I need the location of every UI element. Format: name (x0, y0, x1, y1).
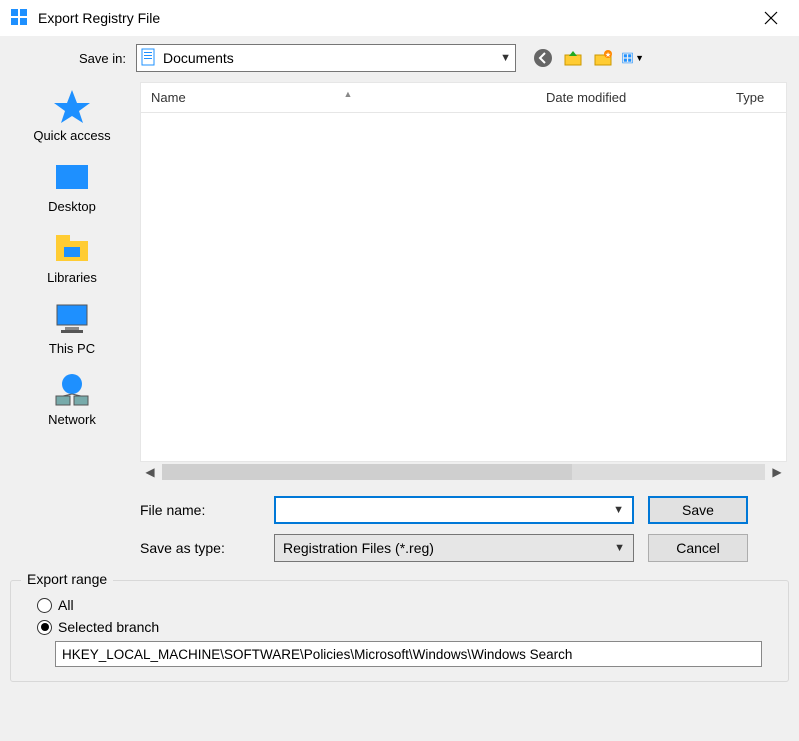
column-headers[interactable]: Name ▲ Date modified Type (141, 83, 786, 113)
up-folder-icon[interactable] (562, 47, 584, 69)
place-libraries[interactable]: Libraries (12, 230, 132, 285)
filename-input[interactable]: ▼ (274, 496, 634, 524)
network-icon (51, 372, 93, 408)
back-icon[interactable] (532, 47, 554, 69)
radio-selected-branch[interactable]: Selected branch (37, 619, 776, 635)
quickaccess-icon (51, 88, 93, 124)
cancel-button[interactable]: Cancel (648, 534, 748, 562)
column-date[interactable]: Date modified (546, 90, 736, 105)
place-label: Quick access (33, 128, 110, 143)
place-desktop[interactable]: Desktop (12, 159, 132, 214)
radio-icon (37, 598, 52, 613)
close-button[interactable] (751, 2, 791, 34)
savein-label: Save in: (60, 51, 126, 66)
savein-combo[interactable]: Documents ▼ (136, 44, 516, 72)
sort-indicator-icon: ▲ (344, 89, 353, 99)
column-name[interactable]: Name ▲ (141, 90, 546, 105)
new-folder-icon[interactable]: ★ (592, 47, 614, 69)
svg-text:★: ★ (605, 51, 611, 59)
radio-all[interactable]: All (37, 597, 776, 613)
libraries-icon (51, 230, 93, 266)
save-button[interactable]: Save (648, 496, 748, 524)
export-range-legend: Export range (21, 571, 113, 587)
filetype-value: Registration Files (*.reg) (283, 540, 614, 556)
branch-path-value: HKEY_LOCAL_MACHINE\SOFTWARE\Policies\Mic… (62, 647, 572, 662)
filetype-combo[interactable]: Registration Files (*.reg) ▼ (274, 534, 634, 562)
scroll-thumb[interactable] (162, 464, 572, 480)
scroll-left-icon[interactable]: ◀ (140, 465, 160, 479)
place-label: Libraries (47, 270, 97, 285)
file-list-body[interactable] (141, 113, 786, 461)
chevron-down-icon: ▼ (613, 504, 624, 516)
views-icon[interactable]: ▼ (622, 47, 644, 69)
export-range-group: Export range All Selected branch HKEY_LO… (10, 580, 789, 682)
savein-value: Documents (163, 50, 494, 66)
place-label: Desktop (48, 199, 96, 214)
window-title: Export Registry File (38, 10, 160, 26)
savein-row: Save in: Documents ▼ ★ ▼ (12, 44, 787, 72)
place-network[interactable]: Network (12, 372, 132, 427)
radio-icon (37, 620, 52, 635)
scroll-track[interactable] (162, 464, 765, 480)
desktop-icon (51, 159, 93, 195)
place-thispc[interactable]: This PC (12, 301, 132, 356)
filename-label: File name: (140, 502, 260, 518)
branch-path-input[interactable]: HKEY_LOCAL_MACHINE\SOFTWARE\Policies\Mic… (55, 641, 762, 667)
file-list[interactable]: Name ▲ Date modified Type (140, 82, 787, 462)
chevron-down-icon: ▼ (614, 542, 625, 554)
titlebar: Export Registry File (0, 0, 799, 36)
app-icon (10, 8, 28, 29)
horizontal-scrollbar[interactable]: ◀ ▶ (140, 462, 787, 482)
scroll-right-icon[interactable]: ▶ (767, 465, 787, 479)
places-bar: Quick access Desktop Libraries This PC (12, 82, 132, 572)
place-quickaccess[interactable]: Quick access (12, 88, 132, 143)
chevron-down-icon: ▼ (500, 52, 511, 64)
thispc-icon (51, 301, 93, 337)
column-type[interactable]: Type (736, 90, 786, 105)
place-label: Network (48, 412, 96, 427)
radio-all-label: All (58, 597, 74, 613)
document-icon (141, 48, 157, 69)
radio-selected-label: Selected branch (58, 619, 159, 635)
place-label: This PC (49, 341, 95, 356)
filetype-label: Save as type: (140, 540, 260, 556)
